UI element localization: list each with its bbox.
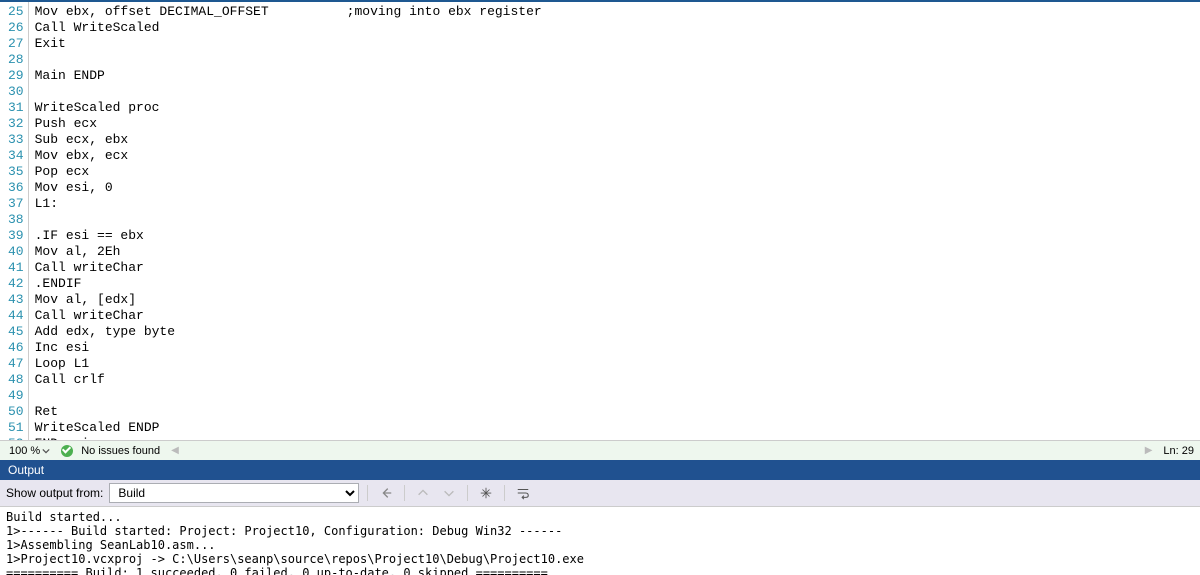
code-line[interactable]: Exit <box>35 36 1200 52</box>
line-number: 25 <box>8 4 24 20</box>
code-line[interactable]: Call writeChar <box>35 308 1200 324</box>
line-number: 26 <box>8 20 24 36</box>
clear-icon <box>479 486 493 500</box>
line-number: 35 <box>8 164 24 180</box>
toolbar-separator <box>404 485 405 501</box>
code-line[interactable]: Inc esi <box>35 340 1200 356</box>
code-line[interactable] <box>35 84 1200 100</box>
code-line[interactable]: Mov al, [edx] <box>35 292 1200 308</box>
line-number: 45 <box>8 324 24 340</box>
prev-message-button[interactable] <box>413 484 433 502</box>
line-number: 50 <box>8 404 24 420</box>
toolbar-separator <box>367 485 368 501</box>
code-line[interactable]: Add edx, type byte <box>35 324 1200 340</box>
line-number: 48 <box>8 372 24 388</box>
output-toolbar: Show output from: Build <box>0 480 1200 507</box>
code-line[interactable]: Main ENDP <box>35 68 1200 84</box>
line-number: 42 <box>8 276 24 292</box>
code-line[interactable]: .IF esi == ebx <box>35 228 1200 244</box>
line-number: 39 <box>8 228 24 244</box>
code-line[interactable]: Mov ebx, offset DECIMAL_OFFSET ;moving i… <box>35 4 1200 20</box>
toolbar-separator <box>467 485 468 501</box>
code-editor[interactable]: 2526272829303132333435363738394041424344… <box>0 0 1200 440</box>
zoom-dropdown[interactable]: 100 % <box>6 444 53 458</box>
line-number: 29 <box>8 68 24 84</box>
line-number: 41 <box>8 260 24 276</box>
code-line[interactable]: Call crlf <box>35 372 1200 388</box>
code-content[interactable]: Mov ebx, offset DECIMAL_OFFSET ;moving i… <box>29 2 1200 440</box>
toolbar-separator <box>504 485 505 501</box>
word-wrap-icon <box>516 486 530 500</box>
show-output-from-label: Show output from: <box>6 486 103 500</box>
code-line[interactable]: Push ecx <box>35 116 1200 132</box>
line-number: 43 <box>8 292 24 308</box>
code-line[interactable]: Call writeChar <box>35 260 1200 276</box>
clear-all-button[interactable] <box>476 484 496 502</box>
code-line[interactable]: Mov al, 2Eh <box>35 244 1200 260</box>
output-panel-header[interactable]: Output <box>0 460 1200 480</box>
line-number: 27 <box>8 36 24 52</box>
arrow-down-icon <box>442 486 456 500</box>
code-line[interactable]: Pop ecx <box>35 164 1200 180</box>
toggle-word-wrap-button[interactable] <box>513 484 533 502</box>
code-line[interactable] <box>35 388 1200 404</box>
code-line[interactable]: L1: <box>35 196 1200 212</box>
code-line[interactable] <box>35 212 1200 228</box>
scroll-right-hint: ▶ <box>1142 445 1156 456</box>
code-line[interactable]: .ENDIF <box>35 276 1200 292</box>
line-number: 37 <box>8 196 24 212</box>
line-number-gutter: 2526272829303132333435363738394041424344… <box>0 2 29 440</box>
line-number: 40 <box>8 244 24 260</box>
zoom-level: 100 % <box>9 445 40 457</box>
check-icon <box>61 445 73 457</box>
issues-status[interactable]: No issues found <box>81 445 160 457</box>
line-number: 32 <box>8 116 24 132</box>
line-number: 34 <box>8 148 24 164</box>
cursor-line-info: Ln: 29 <box>1163 445 1194 457</box>
line-number: 47 <box>8 356 24 372</box>
next-message-button[interactable] <box>439 484 459 502</box>
code-line[interactable]: WriteScaled proc <box>35 100 1200 116</box>
arrow-up-icon <box>416 486 430 500</box>
line-number: 31 <box>8 100 24 116</box>
code-line[interactable]: Mov esi, 0 <box>35 180 1200 196</box>
code-line[interactable]: Loop L1 <box>35 356 1200 372</box>
line-number: 44 <box>8 308 24 324</box>
code-line[interactable]: WriteScaled ENDP <box>35 420 1200 436</box>
scroll-left-hint: ◀ <box>168 445 182 456</box>
line-number: 28 <box>8 52 24 68</box>
line-number: 36 <box>8 180 24 196</box>
code-line[interactable] <box>35 52 1200 68</box>
code-line[interactable]: Mov ebx, ecx <box>35 148 1200 164</box>
line-number: 49 <box>8 388 24 404</box>
code-line[interactable]: Ret <box>35 404 1200 420</box>
line-number: 46 <box>8 340 24 356</box>
code-line[interactable]: Call WriteScaled <box>35 20 1200 36</box>
line-number: 30 <box>8 84 24 100</box>
output-source-select[interactable]: Build <box>109 483 359 503</box>
output-title: Output <box>8 463 44 477</box>
output-text[interactable]: Build started... 1>------ Build started:… <box>0 507 1200 575</box>
line-number: 38 <box>8 212 24 228</box>
ide-window: 2526272829303132333435363738394041424344… <box>0 0 1200 575</box>
editor-status-bar: 100 % No issues found ◀ ▶ Ln: 29 <box>0 440 1200 460</box>
arrow-left-icon <box>379 486 393 500</box>
code-line[interactable]: Sub ecx, ebx <box>35 132 1200 148</box>
line-number: 33 <box>8 132 24 148</box>
line-number: 51 <box>8 420 24 436</box>
chevron-down-icon <box>42 447 50 455</box>
find-message-button[interactable] <box>376 484 396 502</box>
